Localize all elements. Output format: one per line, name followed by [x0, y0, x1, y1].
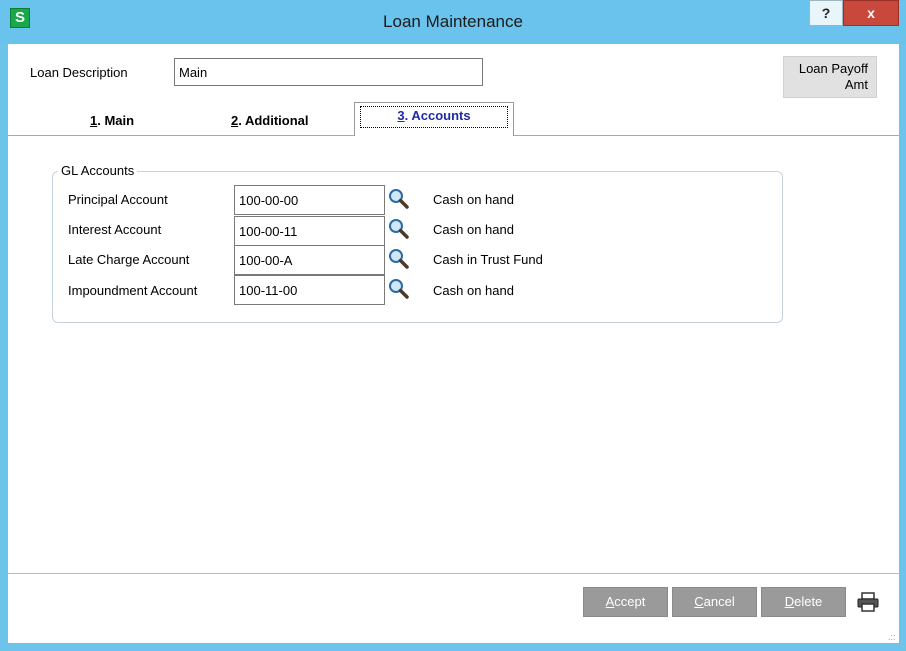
- close-button[interactable]: x: [843, 0, 899, 26]
- loan-maintenance-window: S Loan Maintenance ? x Loan Description …: [0, 0, 906, 651]
- printer-icon[interactable]: [857, 592, 879, 612]
- resize-grip-icon[interactable]: .::: [888, 632, 896, 642]
- tab-additional-label: . Additional: [238, 113, 309, 128]
- accept-mnemonic: A: [605, 594, 615, 609]
- tab-main-label: . Main: [97, 113, 135, 128]
- payoff-label-line2: Amt: [844, 77, 868, 92]
- payoff-label-line1: Loan Payoff: [798, 61, 868, 76]
- late-charge-account-description: Cash in Trust Fund: [433, 252, 543, 267]
- impoundment-account-description: Cash on hand: [433, 283, 514, 298]
- window-title: Loan Maintenance: [383, 12, 523, 31]
- delete-label: elete: [794, 594, 823, 609]
- late-charge-account-label: Late Charge Account: [68, 252, 190, 267]
- tab-additional[interactable]: 2. Additional: [231, 113, 309, 128]
- loan-description-field[interactable]: Main: [174, 58, 483, 86]
- interest-account-label: Interest Account: [68, 222, 162, 237]
- principal-account-lookup-icon[interactable]: [388, 188, 410, 210]
- cancel-button[interactable]: Cancel: [672, 587, 757, 617]
- title-bar[interactable]: S Loan Maintenance ? x: [0, 0, 906, 44]
- principal-account-description: Cash on hand: [433, 192, 514, 207]
- interest-account-field[interactable]: 100-00-11: [234, 216, 385, 246]
- accept-label: ccept: [614, 594, 646, 609]
- tab-main[interactable]: 1. Main: [90, 113, 134, 128]
- tab-accounts-focus: 3. Accounts: [360, 106, 508, 128]
- principal-account-label: Principal Account: [68, 192, 168, 207]
- late-charge-account-lookup-icon[interactable]: [388, 248, 410, 270]
- delete-button[interactable]: Delete: [761, 587, 846, 617]
- accept-button[interactable]: Accept: [583, 587, 668, 617]
- impoundment-account-field[interactable]: 100-11-00: [234, 275, 385, 305]
- delete-mnemonic: D: [784, 594, 795, 609]
- help-button[interactable]: ?: [809, 0, 843, 26]
- gl-accounts-group-title: GL Accounts: [58, 163, 138, 178]
- impoundment-account-label: Impoundment Account: [68, 283, 198, 298]
- impoundment-account-lookup-icon[interactable]: [388, 278, 410, 300]
- cancel-mnemonic: C: [694, 594, 704, 609]
- principal-account-field[interactable]: 100-00-00: [234, 185, 385, 215]
- tab-accounts[interactable]: 3. Accounts: [354, 102, 514, 136]
- client-area: Loan Description Main Loan Payoff Amt 1.…: [8, 44, 899, 643]
- interest-account-lookup-icon[interactable]: [388, 218, 410, 240]
- tab-accounts-label: . Accounts: [404, 108, 471, 123]
- interest-account-description: Cash on hand: [433, 222, 514, 237]
- tab-accounts-number: 3: [397, 108, 405, 123]
- loan-payoff-amt-button[interactable]: Loan Payoff Amt: [783, 56, 877, 98]
- late-charge-account-field[interactable]: 100-00-A: [234, 245, 385, 275]
- footer-divider: [8, 573, 899, 574]
- loan-description-label: Loan Description: [30, 65, 128, 80]
- cancel-label: ancel: [703, 594, 735, 609]
